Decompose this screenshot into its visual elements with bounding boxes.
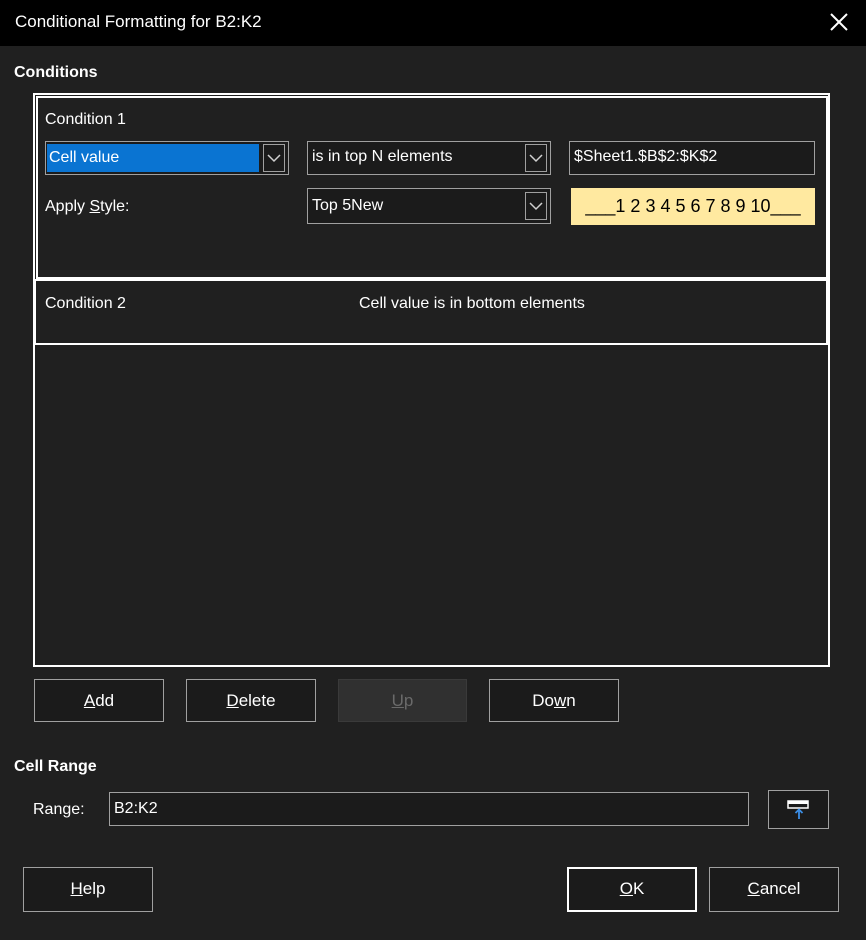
add-button[interactable]: Add: [34, 679, 164, 722]
apply-style-value: Top 5New: [312, 197, 384, 214]
up-button[interactable]: Up: [338, 679, 467, 722]
condition-2-label: Condition 2: [45, 295, 126, 312]
apply-style-label: Apply Style:: [45, 198, 130, 215]
condition-2-summary: Cell value is in bottom elements: [359, 295, 585, 312]
window-title: Conditional Formatting for B2:K2: [15, 12, 262, 31]
shrink-icon: [787, 800, 809, 819]
ok-button[interactable]: OK: [567, 867, 697, 912]
chevron-down-icon: [529, 202, 543, 211]
condition-source-dropdown[interactable]: Cell value: [45, 141, 289, 175]
condition-operator-dropdown[interactable]: is in top N elements: [307, 141, 551, 175]
range-input[interactable]: B2:K2: [109, 792, 749, 826]
close-icon: [830, 13, 848, 31]
style-preview: ___1 2 3 4 5 6 7 8 9 10___: [571, 188, 815, 225]
condition-operator-value: is in top N elements: [312, 148, 453, 165]
apply-style-dropdown-button[interactable]: [525, 192, 547, 220]
shrink-range-button[interactable]: [768, 790, 829, 829]
cell-range-heading: Cell Range: [14, 758, 97, 775]
help-button[interactable]: Help: [23, 867, 153, 912]
range-label: Range:: [33, 801, 85, 818]
chevron-down-icon: [529, 154, 543, 163]
chevron-down-icon: [267, 154, 281, 163]
condition-operator-dropdown-button[interactable]: [525, 144, 547, 172]
cancel-button[interactable]: Cancel: [709, 867, 839, 912]
conditions-heading: Conditions: [14, 64, 98, 81]
close-button[interactable]: [826, 8, 852, 36]
condition-1-label: Condition 1: [45, 111, 126, 128]
delete-button[interactable]: Delete: [186, 679, 316, 722]
condition-source-dropdown-button[interactable]: [263, 144, 285, 172]
condition-value-input[interactable]: $Sheet1.$B$2:$K$2: [569, 141, 815, 175]
down-button[interactable]: Down: [489, 679, 619, 722]
apply-style-dropdown[interactable]: Top 5New: [307, 188, 551, 224]
condition-source-value: Cell value: [47, 144, 259, 172]
